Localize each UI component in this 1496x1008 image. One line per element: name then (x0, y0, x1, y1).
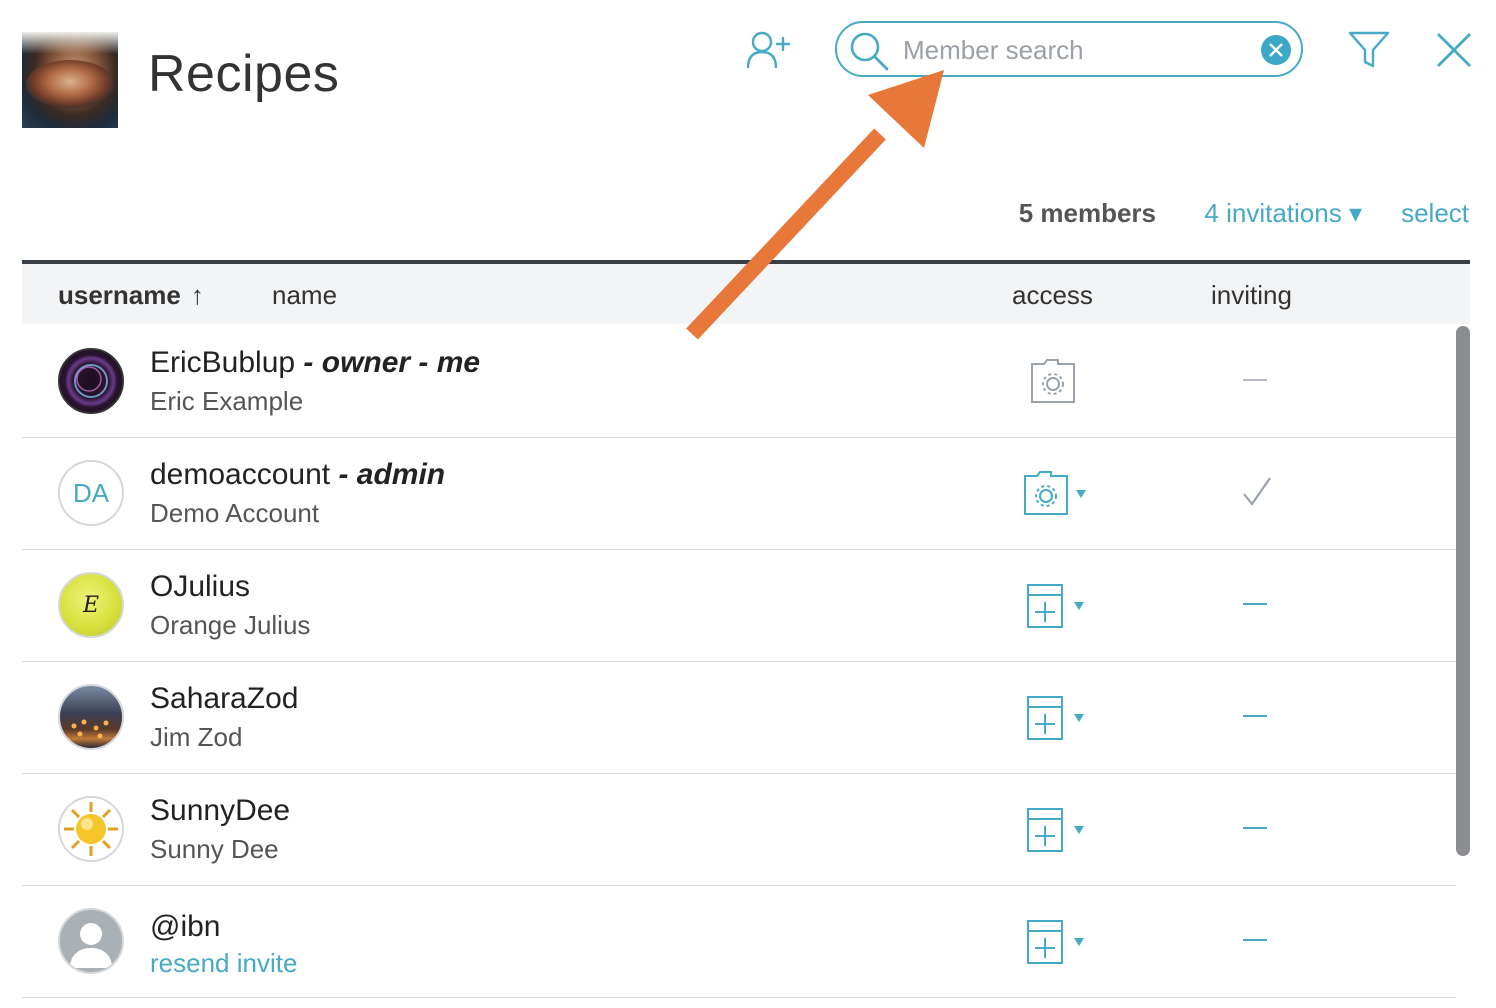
page-title: Recipes (148, 45, 340, 103)
add-item-icon (1027, 696, 1084, 740)
close-button[interactable] (1434, 30, 1474, 70)
column-username[interactable]: username ↑ (58, 280, 204, 311)
role-label: - owner - me (295, 346, 481, 379)
dash-icon (1243, 379, 1267, 381)
folder-settings-icon (1024, 471, 1086, 515)
avatar (58, 348, 124, 414)
add-item-icon (1027, 920, 1084, 964)
avatar: DA (58, 460, 124, 526)
username: demoaccount - admin (150, 458, 446, 491)
full-name: Jim Zod (150, 722, 243, 752)
access-dropdown[interactable] (1022, 806, 1102, 854)
checkmark-icon (1243, 477, 1271, 506)
resend-invite-link[interactable]: resend invite (150, 948, 297, 979)
filter-button[interactable] (1346, 28, 1392, 72)
full-name: Demo Account (150, 498, 320, 528)
access-dropdown[interactable] (1022, 582, 1102, 630)
table-row[interactable]: E OJulius Orange Julius (22, 550, 1456, 662)
filter-icon (1348, 31, 1390, 68)
inviting-status (1240, 696, 1270, 736)
inviting-status (1240, 920, 1270, 960)
member-search-input[interactable] (901, 33, 1245, 67)
add-item-icon (1027, 584, 1084, 628)
close-icon (1437, 33, 1471, 67)
dash-icon (1243, 715, 1267, 717)
username: SunnyDee (150, 794, 291, 827)
access-dropdown[interactable] (1022, 470, 1102, 518)
column-username-label: username (58, 280, 181, 310)
table-row[interactable]: SaharaZod Jim Zod (22, 662, 1456, 774)
username: EricBublup - owner - me (150, 346, 481, 379)
avatar (58, 796, 124, 862)
avatar (58, 684, 124, 750)
column-access[interactable]: access (1012, 280, 1093, 311)
column-inviting[interactable]: inviting (1211, 280, 1292, 311)
avatar: E (58, 572, 124, 638)
full-name: Orange Julius (150, 610, 311, 640)
member-list: EricBublup - owner - me Eric Example DA … (22, 326, 1456, 998)
folder-settings-icon (1031, 359, 1075, 403)
dash-icon (1243, 939, 1267, 941)
clear-icon (1269, 43, 1283, 57)
username: OJulius (150, 570, 251, 603)
access-level (1022, 358, 1102, 406)
table-row[interactable]: EricBublup - owner - me Eric Example (22, 326, 1456, 438)
table-row[interactable]: SunnyDee Sunny Dee (22, 774, 1456, 886)
inviting-status (1240, 808, 1270, 848)
table-row[interactable]: DA demoaccount - admin Demo Account (22, 438, 1456, 550)
username: SaharaZod (150, 682, 299, 715)
sort-ascending-icon: ↑ (190, 280, 204, 310)
username: @ibn (150, 910, 221, 943)
add-item-icon (1027, 808, 1084, 852)
invitations-dropdown[interactable]: 4 invitations ▾ (1204, 198, 1362, 229)
dash-icon (1243, 603, 1267, 605)
search-icon (850, 32, 889, 71)
clear-search-button[interactable] (1261, 35, 1291, 65)
table-row[interactable]: @ibn resend invite (22, 886, 1456, 998)
inviting-status (1240, 360, 1270, 400)
avatar-letter: E (82, 592, 100, 618)
access-dropdown[interactable] (1022, 918, 1102, 966)
default-user-avatar-icon (70, 923, 112, 968)
inviting-status (1240, 584, 1270, 624)
member-search-box[interactable] (835, 21, 1303, 77)
avatar-initials: DA (72, 477, 110, 508)
table-header: username ↑ name access inviting (22, 260, 1470, 324)
role-label: - admin (330, 458, 446, 491)
column-name[interactable]: name (272, 280, 337, 311)
dash-icon (1243, 827, 1267, 829)
inviting-status (1240, 472, 1271, 512)
scrollbar[interactable] (1456, 326, 1470, 856)
add-member-button[interactable] (742, 28, 794, 72)
full-name: Eric Example (150, 386, 304, 416)
avatar (58, 908, 124, 974)
members-count: 5 members (1018, 198, 1156, 228)
collection-thumbnail (22, 32, 118, 128)
access-dropdown[interactable] (1022, 694, 1102, 742)
select-link[interactable]: select (1401, 198, 1469, 229)
full-name: Sunny Dee (150, 834, 279, 864)
add-user-icon (746, 31, 790, 69)
